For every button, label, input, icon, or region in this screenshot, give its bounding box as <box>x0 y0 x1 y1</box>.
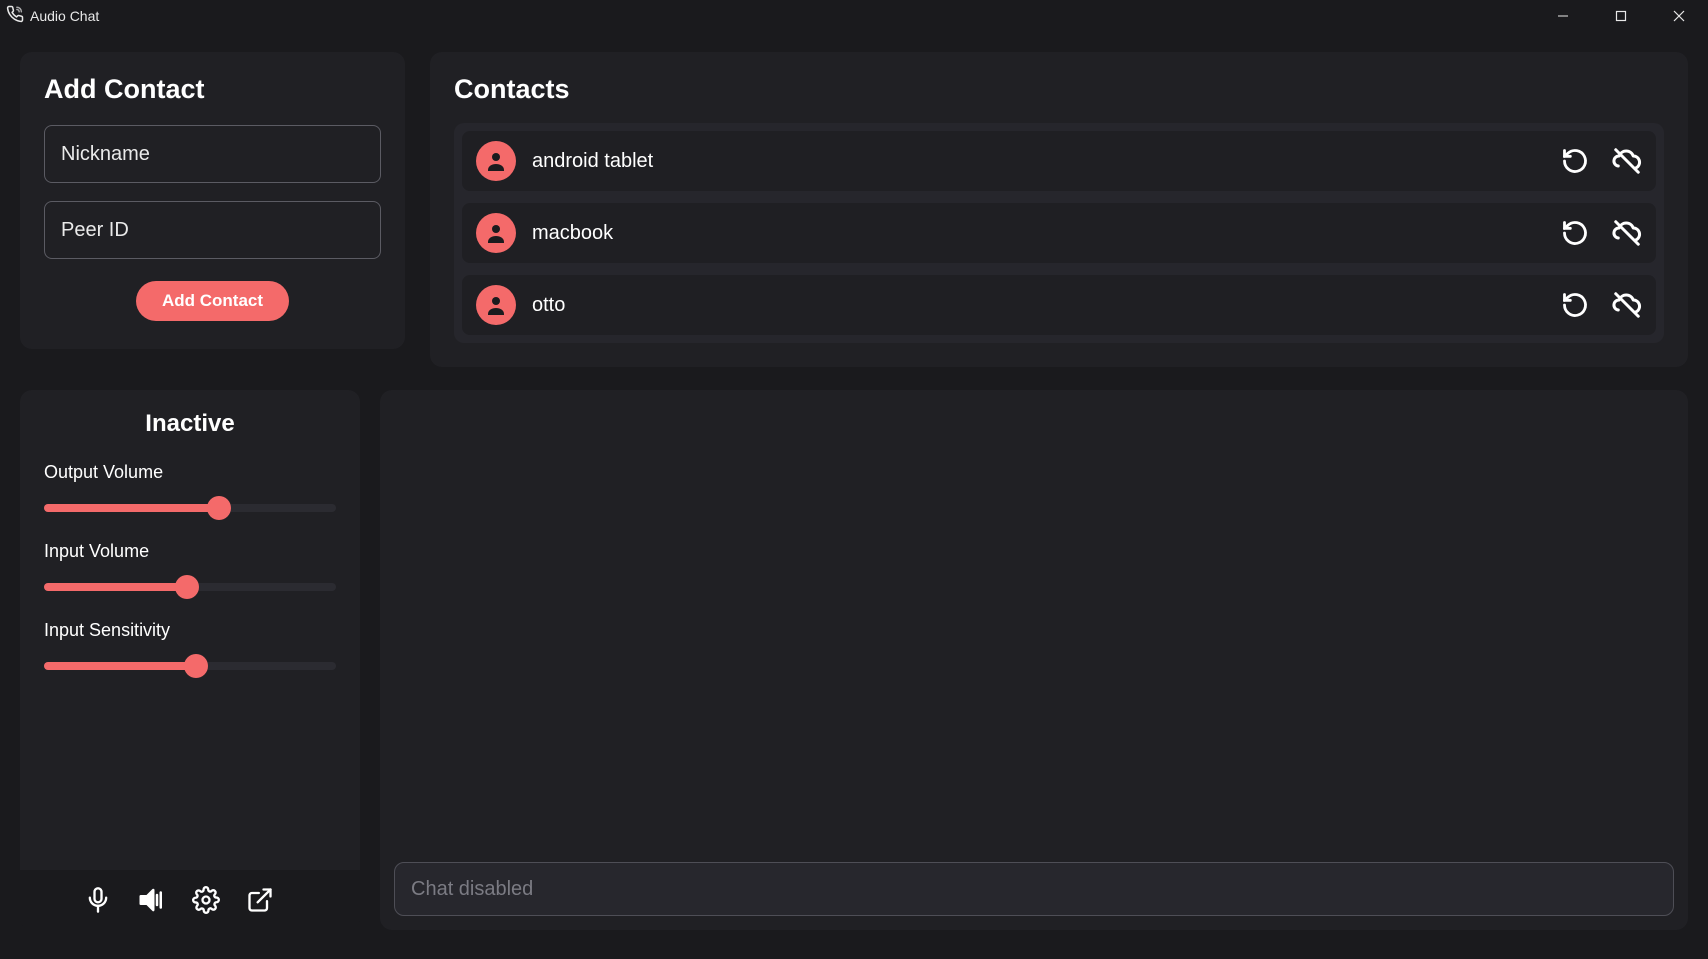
app-icon <box>6 5 24 28</box>
contact-list: android tablet ma <box>454 123 1664 343</box>
titlebar: Audio Chat <box>0 0 1708 32</box>
avatar-icon <box>476 285 516 325</box>
cloud-off-icon[interactable] <box>1612 218 1642 248</box>
window-maximize-button[interactable] <box>1592 0 1650 32</box>
avatar-icon <box>476 141 516 181</box>
speaker-icon[interactable] <box>136 884 168 916</box>
contact-name: macbook <box>532 222 1544 245</box>
chat-messages-area <box>394 390 1674 862</box>
output-volume-label: Output Volume <box>44 462 336 483</box>
refresh-icon[interactable] <box>1560 146 1590 176</box>
contact-name: otto <box>532 294 1544 317</box>
contacts-heading: Contacts <box>454 74 1664 105</box>
audio-status: Inactive <box>44 410 336 438</box>
add-contact-button[interactable]: Add Contact <box>136 281 289 321</box>
input-sensitivity-slider[interactable] <box>44 653 336 679</box>
avatar-icon <box>476 213 516 253</box>
window-close-button[interactable] <box>1650 0 1708 32</box>
add-contact-heading: Add Contact <box>44 74 381 105</box>
microphone-icon[interactable] <box>82 884 114 916</box>
popout-icon[interactable] <box>244 884 276 916</box>
add-contact-panel: Add Contact Add Contact <box>20 52 405 349</box>
input-volume-slider[interactable] <box>44 574 336 600</box>
output-volume-slider[interactable] <box>44 495 336 521</box>
audio-controls-panel: Inactive Output Volume Input Volume Inpu… <box>20 390 360 930</box>
cloud-off-icon[interactable] <box>1612 290 1642 320</box>
contacts-panel: Contacts android tablet <box>430 52 1688 367</box>
gear-icon[interactable] <box>190 884 222 916</box>
contact-row[interactable]: android tablet <box>462 131 1656 191</box>
audio-toolbar <box>20 870 360 930</box>
chat-input[interactable] <box>394 862 1674 916</box>
window-minimize-button[interactable] <box>1534 0 1592 32</box>
cloud-off-icon[interactable] <box>1612 146 1642 176</box>
input-volume-label: Input Volume <box>44 541 336 562</box>
refresh-icon[interactable] <box>1560 218 1590 248</box>
input-sensitivity-label: Input Sensitivity <box>44 620 336 641</box>
contact-row[interactable]: otto <box>462 275 1656 335</box>
nickname-input[interactable] <box>44 125 381 183</box>
contact-row[interactable]: macbook <box>462 203 1656 263</box>
peer-id-input[interactable] <box>44 201 381 259</box>
chat-panel <box>380 390 1688 930</box>
refresh-icon[interactable] <box>1560 290 1590 320</box>
contact-name: android tablet <box>532 150 1544 173</box>
window-title: Audio Chat <box>30 8 99 24</box>
